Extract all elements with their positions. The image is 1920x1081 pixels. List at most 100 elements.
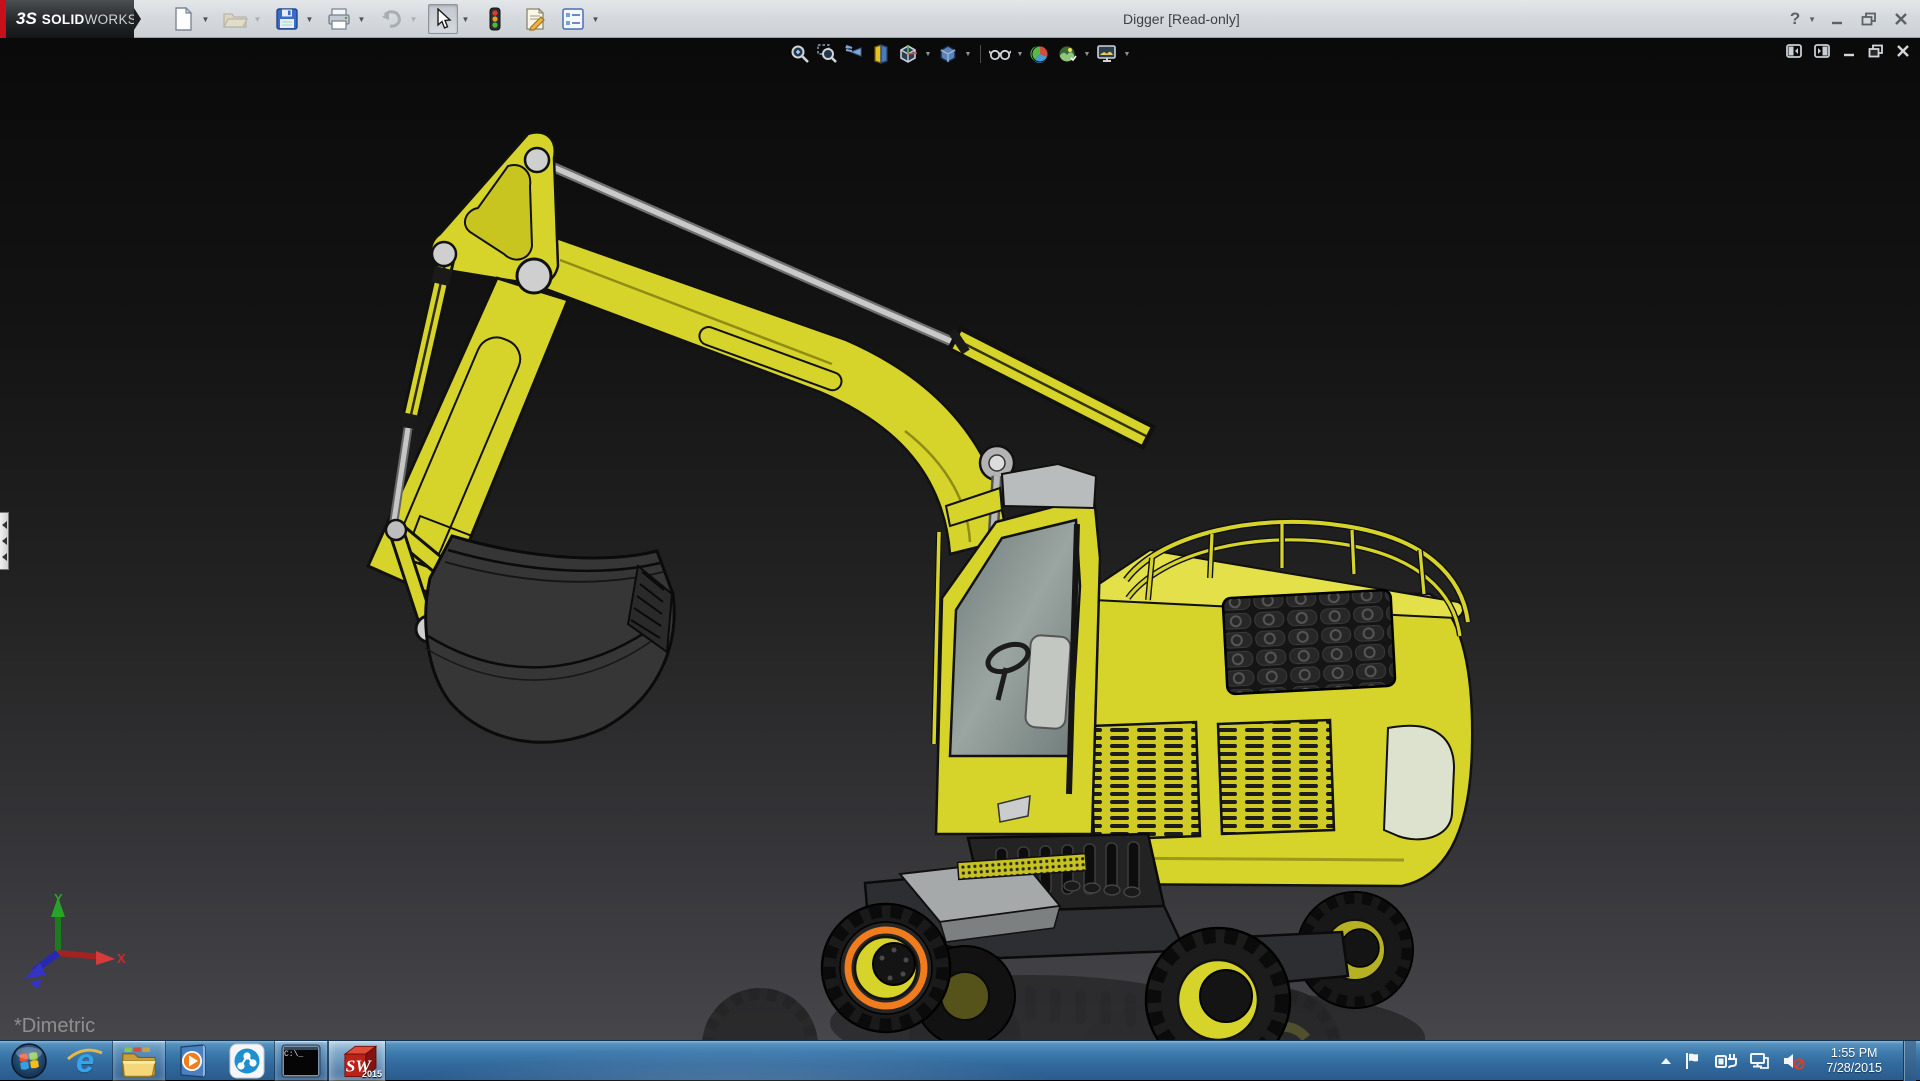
new-document-dropdown[interactable]: ▼ — [198, 4, 213, 34]
view-settings-button[interactable] — [1095, 42, 1119, 66]
hide-show-items-button[interactable] — [988, 42, 1012, 66]
collapse-arrow-icon — [1, 553, 7, 561]
minimize-button[interactable] — [1826, 7, 1848, 31]
collapse-arrow-icon — [1, 537, 7, 545]
power-status-button[interactable] — [1715, 1052, 1738, 1070]
new-document-button[interactable] — [168, 4, 198, 34]
show-hidden-icons-button[interactable] — [1661, 1057, 1672, 1064]
solidworks-logo: 3S SOLID WORKS — [6, 0, 137, 38]
engine-housing[interactable] — [1086, 518, 1474, 888]
display-style-dropdown[interactable]: ▼ — [963, 51, 973, 58]
previous-view-button[interactable] — [842, 42, 866, 66]
up-arrow-icon — [1661, 1057, 1672, 1064]
volume-muted-button[interactable] — [1783, 1052, 1805, 1070]
display-style-button[interactable] — [936, 42, 960, 66]
windows-start-orb-icon — [11, 1043, 47, 1079]
standard-toolbar: ▼ ▼ ▼ ▼ ▼ ▼ ▼ — [168, 3, 610, 35]
undo-dropdown[interactable]: ▼ — [406, 4, 421, 34]
network-status-button[interactable] — [1750, 1052, 1770, 1070]
graphics-viewport[interactable]: ▼ ▼ ▼ ▼ ▼ Y X *Dimetric — [0, 38, 1920, 1040]
front-left-wheel[interactable] — [820, 902, 952, 1034]
save-dropdown[interactable]: ▼ — [302, 4, 317, 34]
print-button[interactable] — [324, 4, 354, 34]
logo-solid-text: SOLID — [41, 11, 85, 27]
show-desktop-button[interactable] — [1903, 1040, 1916, 1081]
toolbar-separator — [980, 45, 981, 63]
feature-pane-right-button[interactable] — [1814, 44, 1830, 58]
rear-window — [1382, 724, 1456, 841]
power-plug-icon — [1715, 1053, 1738, 1068]
open-document-dropdown[interactable]: ▼ — [250, 4, 265, 34]
open-folder-icon — [222, 13, 248, 28]
axis-y-label: Y — [54, 891, 63, 906]
menu-flyout-arrow[interactable] — [134, 8, 141, 30]
undo-icon — [382, 10, 401, 28]
heads-up-view-toolbar: ▼ ▼ ▼ ▼ ▼ — [788, 42, 1132, 66]
hide-show-items-dropdown[interactable]: ▼ — [1015, 51, 1025, 58]
print-dropdown[interactable]: ▼ — [354, 4, 369, 34]
close-doc-button[interactable] — [1896, 44, 1910, 58]
action-center-button[interactable] — [1684, 1052, 1702, 1070]
edit-appearance-button[interactable] — [1028, 42, 1052, 66]
select-cursor-icon — [437, 8, 452, 29]
help-dropdown[interactable]: ▼ — [1808, 15, 1816, 24]
bucket[interactable] — [424, 534, 676, 744]
apply-scene-button[interactable] — [1055, 42, 1079, 66]
taskbar-clock[interactable]: 1:55 PM 7/28/2015 — [1818, 1046, 1890, 1076]
cab[interactable] — [931, 462, 1102, 836]
view-orientation-button[interactable] — [896, 42, 920, 66]
window-title: Digger [Read-only] — [1123, 11, 1240, 27]
file-properties-button[interactable] — [520, 4, 550, 34]
taskbar-command-prompt[interactable]: C:\_ — [274, 1041, 328, 1081]
axis-x-label: X — [117, 951, 126, 966]
options-button[interactable] — [558, 4, 588, 34]
taskbar-windows-explorer[interactable] — [112, 1041, 166, 1081]
view-orientation-label: *Dimetric — [14, 1015, 96, 1037]
zoom-to-area-button[interactable] — [815, 42, 839, 66]
options-dropdown[interactable]: ▼ — [588, 4, 603, 34]
taskbar-internet-explorer[interactable]: e — [58, 1041, 112, 1081]
molecule-app-icon — [229, 1043, 265, 1079]
windows-explorer-icon — [122, 1047, 156, 1077]
side-grill-right — [1216, 718, 1336, 836]
minimize-doc-button[interactable] — [1842, 44, 1856, 58]
view-orientation-dropdown[interactable]: ▼ — [923, 51, 933, 58]
undo-button[interactable] — [376, 4, 406, 34]
restore-doc-button[interactable] — [1868, 44, 1884, 58]
print-icon — [328, 8, 350, 30]
open-document-button[interactable] — [220, 4, 250, 34]
taskbar-network-app[interactable] — [220, 1041, 274, 1081]
taskbar-solidworks[interactable]: SW 2015 — [328, 1041, 386, 1081]
apply-scene-dropdown[interactable]: ▼ — [1082, 51, 1092, 58]
view-settings-dropdown[interactable]: ▼ — [1122, 51, 1132, 58]
orientation-triad: Y X — [24, 891, 126, 989]
collapse-arrow-icon — [1, 521, 7, 529]
taskbar-media-player[interactable] — [166, 1041, 220, 1081]
rebuild-traffic-light-icon — [489, 7, 501, 31]
start-button[interactable] — [0, 1041, 58, 1081]
logo-works-text: WORKS — [84, 11, 138, 27]
select-button[interactable] — [428, 4, 458, 34]
save-button[interactable] — [272, 4, 302, 34]
zoom-to-fit-button[interactable] — [788, 42, 812, 66]
excavator-model[interactable] — [0, 38, 1920, 1040]
collapsed-feature-panel-tab[interactable] — [0, 512, 9, 570]
file-properties-icon — [526, 7, 545, 31]
roof-box — [1000, 462, 1098, 510]
section-view-button[interactable] — [869, 42, 893, 66]
rebuild-button[interactable] — [480, 4, 510, 34]
clock-time: 1:55 PM — [1830, 1045, 1878, 1060]
engine-radiator — [1221, 588, 1397, 696]
select-dropdown[interactable]: ▼ — [458, 4, 473, 34]
media-player-icon — [180, 1044, 206, 1078]
feature-pane-left-button[interactable] — [1786, 44, 1802, 58]
options-icon — [562, 8, 584, 30]
command-prompt-text: C:\_ — [284, 1050, 304, 1059]
windows-taskbar: e C:\_ SW 2015 1:55 PM 7/28/2015 — [0, 1040, 1920, 1081]
help-button[interactable]: ? — [1784, 7, 1806, 31]
close-button[interactable] — [1890, 7, 1912, 31]
restore-button[interactable] — [1858, 7, 1880, 31]
volume-muted-icon — [1784, 1053, 1805, 1070]
sw-year-label: 2015 — [361, 1069, 382, 1079]
system-tray: 1:55 PM 7/28/2015 — [1661, 1040, 1920, 1081]
